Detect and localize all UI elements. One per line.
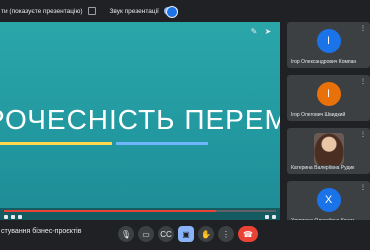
participant-name: Ігор Олегович Швидкий: [291, 112, 346, 118]
meeting-bottom-bar: стування бізнес-проєктів 🎙 ▭ CC ▣ ✋ ⋮ ☎: [0, 220, 370, 250]
video-right-controls: [265, 215, 276, 219]
video-progress[interactable]: [4, 210, 276, 212]
more-icon[interactable]: ⋮: [359, 25, 367, 33]
slide-title: РОЧЕСНІСТЬ ПЕРЕМАГАЄ!: [0, 104, 280, 135]
top-bar: ти (показуєте презентацію) Звук презента…: [0, 0, 290, 22]
meeting-controls: 🎙 ▭ CC ▣ ✋ ⋮ ☎: [118, 226, 258, 242]
fullscreen-icon[interactable]: [272, 215, 276, 219]
end-call-icon[interactable]: ☎: [238, 226, 258, 242]
next-icon[interactable]: [11, 215, 15, 219]
slide: РОЧЕСНІСТЬ ПЕРЕМАГАЄ! ✎ ➤: [0, 22, 280, 220]
avatar: І: [316, 29, 341, 53]
pin-icon[interactable]: ✎: [250, 28, 258, 36]
arrow-icon[interactable]: ➤: [264, 28, 272, 36]
more-icon[interactable]: ⋮: [359, 78, 367, 86]
participant-name: Ігор Олександрович Компан: [291, 59, 357, 65]
meeting-title: стування бізнес-проєктів: [1, 228, 82, 235]
play-icon[interactable]: [4, 215, 8, 219]
video-left-controls: [4, 215, 22, 219]
participant-tiles: І ⋮ Ігор Олександрович Компан І ⋮ Ігор О…: [287, 22, 370, 234]
video-control-bar: [0, 208, 280, 220]
participant-tile[interactable]: І ⋮ Ігор Олегович Швидкий: [287, 75, 370, 121]
avatar: Х: [316, 188, 341, 212]
presentation-stage: РОЧЕСНІСТЬ ПЕРЕМАГАЄ! ✎ ➤: [0, 22, 280, 220]
presentation-sound-toggle[interactable]: [163, 6, 178, 18]
slide-underline-blue: [116, 142, 208, 145]
slide-controls: ✎ ➤: [250, 28, 272, 36]
volume-icon[interactable]: [18, 215, 22, 219]
slide-underline-yellow: [0, 142, 112, 145]
present-icon[interactable]: ▣: [178, 226, 194, 242]
mic-icon[interactable]: 🎙: [118, 226, 134, 242]
raise-hand-icon[interactable]: ✋: [198, 226, 214, 242]
avatar: І: [316, 82, 341, 106]
more-icon[interactable]: ⋮: [359, 184, 367, 192]
participant-tile[interactable]: ⋮ Катерина Валеріївна Рудик: [287, 128, 370, 174]
settings-icon[interactable]: [265, 215, 269, 219]
participant-tile[interactable]: І ⋮ Ігор Олександрович Компан: [287, 22, 370, 68]
checkbox[interactable]: [87, 7, 96, 15]
camera-icon[interactable]: ▭: [138, 226, 154, 242]
captions-icon[interactable]: CC: [158, 226, 174, 242]
more-icon[interactable]: ⋮: [218, 226, 234, 242]
participant-name: Катерина Валеріївна Рудик: [291, 165, 355, 171]
presentation-sound-label: Звук презентації: [109, 7, 159, 15]
participant-photo: [313, 133, 344, 165]
video-progress-fill: [4, 210, 217, 212]
presenting-note: ти (показуєте презентацію): [1, 7, 83, 15]
more-icon[interactable]: ⋮: [359, 131, 367, 139]
